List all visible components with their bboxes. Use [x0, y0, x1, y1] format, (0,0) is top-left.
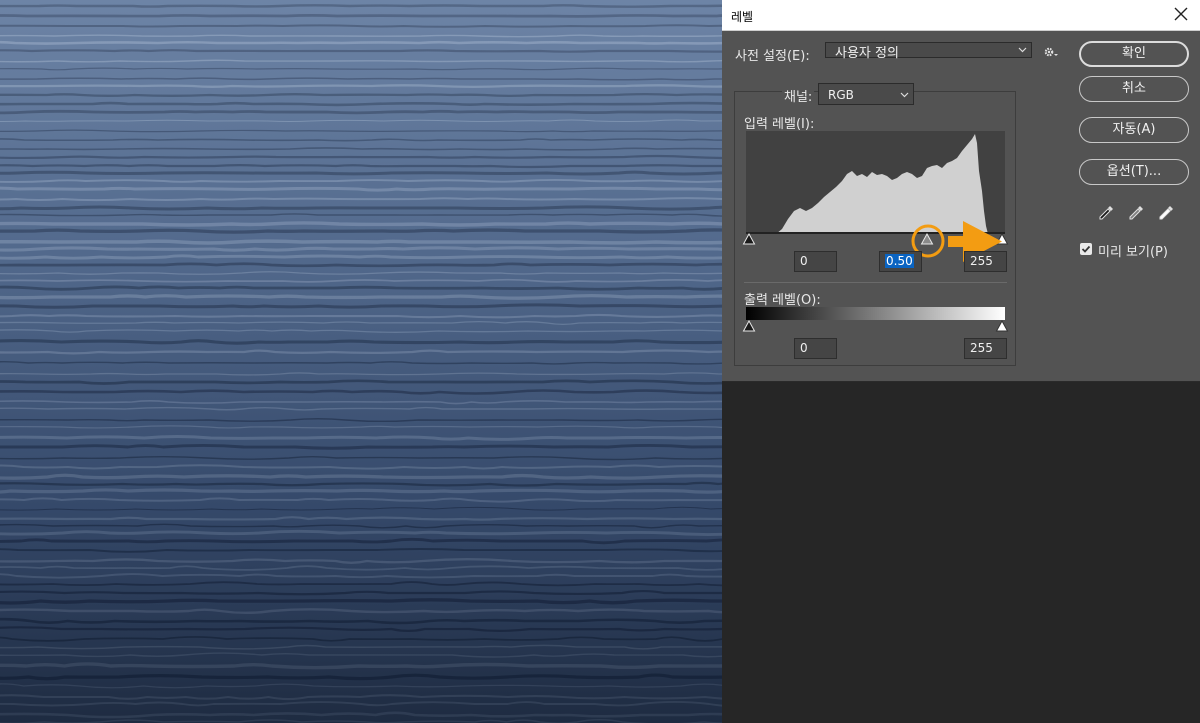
preset-value: 사용자 정의 — [835, 46, 899, 61]
preset-dropdown[interactable]: 사용자 정의 — [825, 42, 1032, 61]
output-black-value: 0 — [800, 341, 808, 355]
input-black-field[interactable]: 0 — [794, 251, 837, 272]
channel-label: 채널: — [782, 86, 815, 105]
black-point-eyedropper-icon[interactable] — [1097, 204, 1115, 222]
input-gamma-value: 0.50 — [885, 254, 914, 268]
chevron-down-icon — [1018, 47, 1027, 53]
preview-checkbox[interactable] — [1080, 243, 1092, 255]
channel-dropdown[interactable]: RGB — [818, 83, 914, 105]
dialog-titlebar: 레벨 — [722, 0, 1200, 31]
cancel-button[interactable]: 취소 — [1079, 76, 1189, 102]
output-white-field[interactable]: 255 — [964, 338, 1007, 359]
output-gradient-bar — [746, 307, 1005, 320]
gear-icon[interactable] — [1043, 46, 1059, 58]
options-button[interactable]: 옵션(T)... — [1079, 159, 1189, 185]
input-black-slider[interactable] — [742, 233, 756, 245]
channel-value: RGB — [828, 88, 854, 102]
dialog-title: 레벨 — [731, 10, 754, 24]
output-white-slider[interactable] — [995, 320, 1009, 332]
separator — [744, 282, 1007, 283]
input-gamma-field[interactable]: 0.50 — [879, 251, 922, 272]
input-white-field[interactable]: 255 — [964, 251, 1007, 272]
input-white-value: 255 — [970, 254, 993, 268]
close-icon[interactable] — [1172, 5, 1190, 23]
output-white-value: 255 — [970, 341, 993, 355]
white-point-eyedropper-icon[interactable] — [1157, 204, 1175, 222]
chevron-down-icon — [900, 92, 909, 98]
output-levels-label: 출력 레벨(O): — [744, 293, 821, 308]
ok-button[interactable]: 확인 — [1079, 41, 1189, 67]
checkmark-icon — [1081, 245, 1091, 253]
preview-label: 미리 보기(P) — [1098, 245, 1168, 260]
output-black-field[interactable]: 0 — [794, 338, 837, 359]
preset-label: 사전 설정(E): — [735, 49, 810, 64]
output-black-slider[interactable] — [742, 320, 756, 332]
water-photo — [0, 0, 722, 723]
input-levels-label: 입력 레벨(I): — [744, 117, 815, 132]
gray-point-eyedropper-icon[interactable] — [1127, 204, 1145, 222]
auto-button[interactable]: 자동(A) — [1079, 117, 1189, 143]
input-black-value: 0 — [800, 254, 808, 268]
